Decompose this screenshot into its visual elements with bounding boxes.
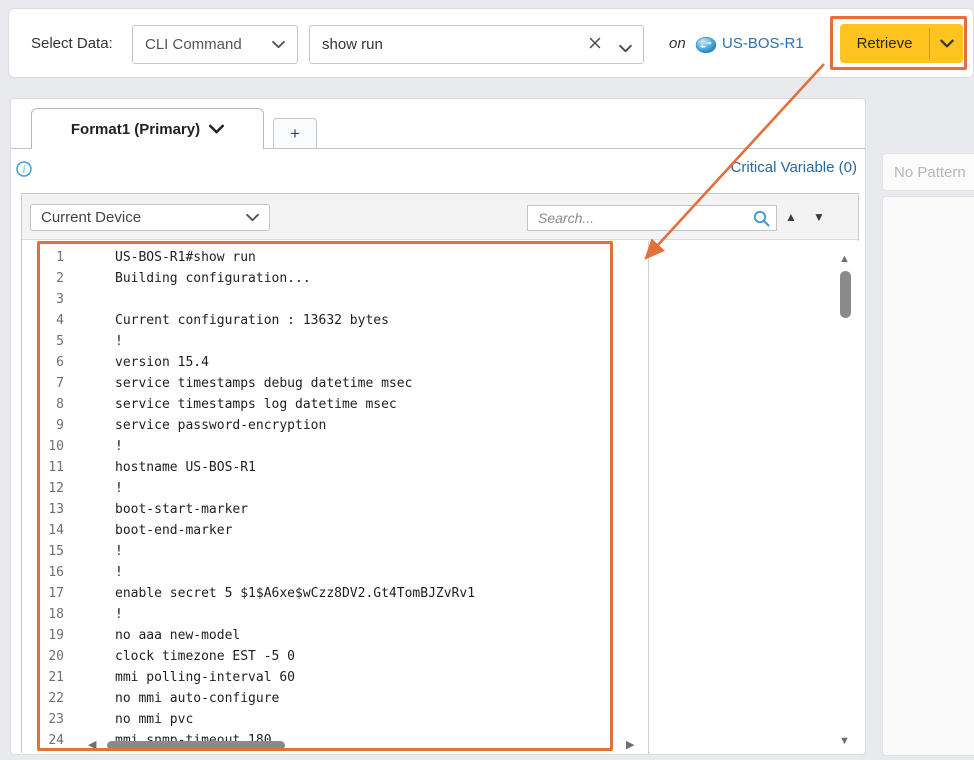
critical-variable-link[interactable]: Critical Variable (0) <box>731 159 857 176</box>
search-next-button[interactable]: ▼ <box>813 211 825 223</box>
search-field <box>527 205 777 231</box>
select-data-bar: Select Data: CLI Command on <box>8 8 974 78</box>
code-line: 7service timestamps debug datetime msec <box>22 373 648 394</box>
code-line: 6version 15.4 <box>22 352 648 373</box>
command-combobox <box>309 25 644 64</box>
code-line: 19no aaa new-model <box>22 625 648 646</box>
tab-label: Format1 (Primary) <box>71 121 200 138</box>
on-label: on <box>669 35 686 52</box>
code-line: 13boot-start-marker <box>22 499 648 520</box>
code-line: 15! <box>22 541 648 562</box>
device-scope-value: Current Device <box>41 209 141 226</box>
code-line: 21mmi polling-interval 60 <box>22 667 648 688</box>
search-icon[interactable] <box>752 209 771 228</box>
code-line: 22no mmi auto-configure <box>22 688 648 709</box>
search-input[interactable] <box>528 206 776 230</box>
cli-output-pane[interactable]: 1US-BOS-R1#show run2Building configurati… <box>22 241 649 754</box>
add-format-tab-button[interactable]: + <box>273 118 317 148</box>
code-line: 1US-BOS-R1#show run <box>22 247 648 268</box>
code-line: 5! <box>22 331 648 352</box>
horizontal-scrollbar-thumb[interactable] <box>107 741 285 750</box>
code-line: 3 <box>22 289 648 310</box>
device-scope-dropdown[interactable]: Current Device <box>30 204 270 231</box>
retrieve-dropdown-chevron-icon[interactable] <box>930 39 963 48</box>
scroll-down-arrow-icon[interactable]: ▼ <box>839 735 850 747</box>
info-icon[interactable]: i <box>16 161 32 177</box>
parser-app-window: Select Data: CLI Command on <box>0 0 974 760</box>
parser-workspace: Current Device ▲ ▼ <box>21 193 859 753</box>
cli-output-lines: 1US-BOS-R1#show run2Building configurati… <box>22 247 648 751</box>
scroll-up-arrow-icon[interactable]: ▲ <box>839 253 850 265</box>
pattern-panel <box>882 196 974 756</box>
router-device-icon <box>695 36 717 54</box>
clear-icon[interactable] <box>588 36 604 52</box>
code-line: 12! <box>22 478 648 499</box>
svg-text:i: i <box>23 165 26 176</box>
sample-toolbar: Current Device ▲ ▼ <box>22 194 858 240</box>
no-pattern-button[interactable]: No Pattern <box>882 153 974 191</box>
format-panel: Format1 (Primary) + i Critical Variable … <box>10 98 866 755</box>
code-line: 8service timestamps log datetime msec <box>22 394 648 415</box>
chevron-down-icon <box>246 213 259 222</box>
device-link[interactable]: US-BOS-R1 <box>722 35 804 52</box>
search-prev-button[interactable]: ▲ <box>785 211 797 223</box>
retrieve-button[interactable]: Retrieve <box>840 24 963 63</box>
scroll-left-arrow-icon[interactable]: ◀ <box>88 738 96 751</box>
code-line: 11hostname US-BOS-R1 <box>22 457 648 478</box>
code-line: 23no mmi pvc <box>22 709 648 730</box>
tab-format1-primary[interactable]: Format1 (Primary) <box>31 108 264 149</box>
chevron-down-icon[interactable] <box>619 40 632 58</box>
chevron-down-icon <box>209 124 224 134</box>
no-pattern-label: No Pattern <box>894 164 966 181</box>
code-line: 16! <box>22 562 648 583</box>
code-line: 9service password-encryption <box>22 415 648 436</box>
code-line: 17enable secret 5 $1$A6xe$wCzz8DV2.Gt4To… <box>22 583 648 604</box>
code-line: 20clock timezone EST -5 0 <box>22 646 648 667</box>
chevron-down-icon <box>272 40 285 49</box>
code-line: 18! <box>22 604 648 625</box>
retrieve-button-label: Retrieve <box>840 35 929 52</box>
code-line: 14boot-end-marker <box>22 520 648 541</box>
code-line: 4Current configuration : 13632 bytes <box>22 310 648 331</box>
data-type-dropdown[interactable]: CLI Command <box>132 25 298 64</box>
code-line: 2Building configuration... <box>22 268 648 289</box>
scroll-right-arrow-icon[interactable]: ▶ <box>626 738 634 751</box>
variable-definition-pane[interactable]: ▲ ▼ <box>650 241 860 754</box>
plus-icon: + <box>290 124 300 144</box>
data-type-value: CLI Command <box>145 36 242 53</box>
select-data-label: Select Data: <box>31 35 113 52</box>
vertical-scrollbar-thumb[interactable] <box>840 271 851 318</box>
code-line: 10! <box>22 436 648 457</box>
